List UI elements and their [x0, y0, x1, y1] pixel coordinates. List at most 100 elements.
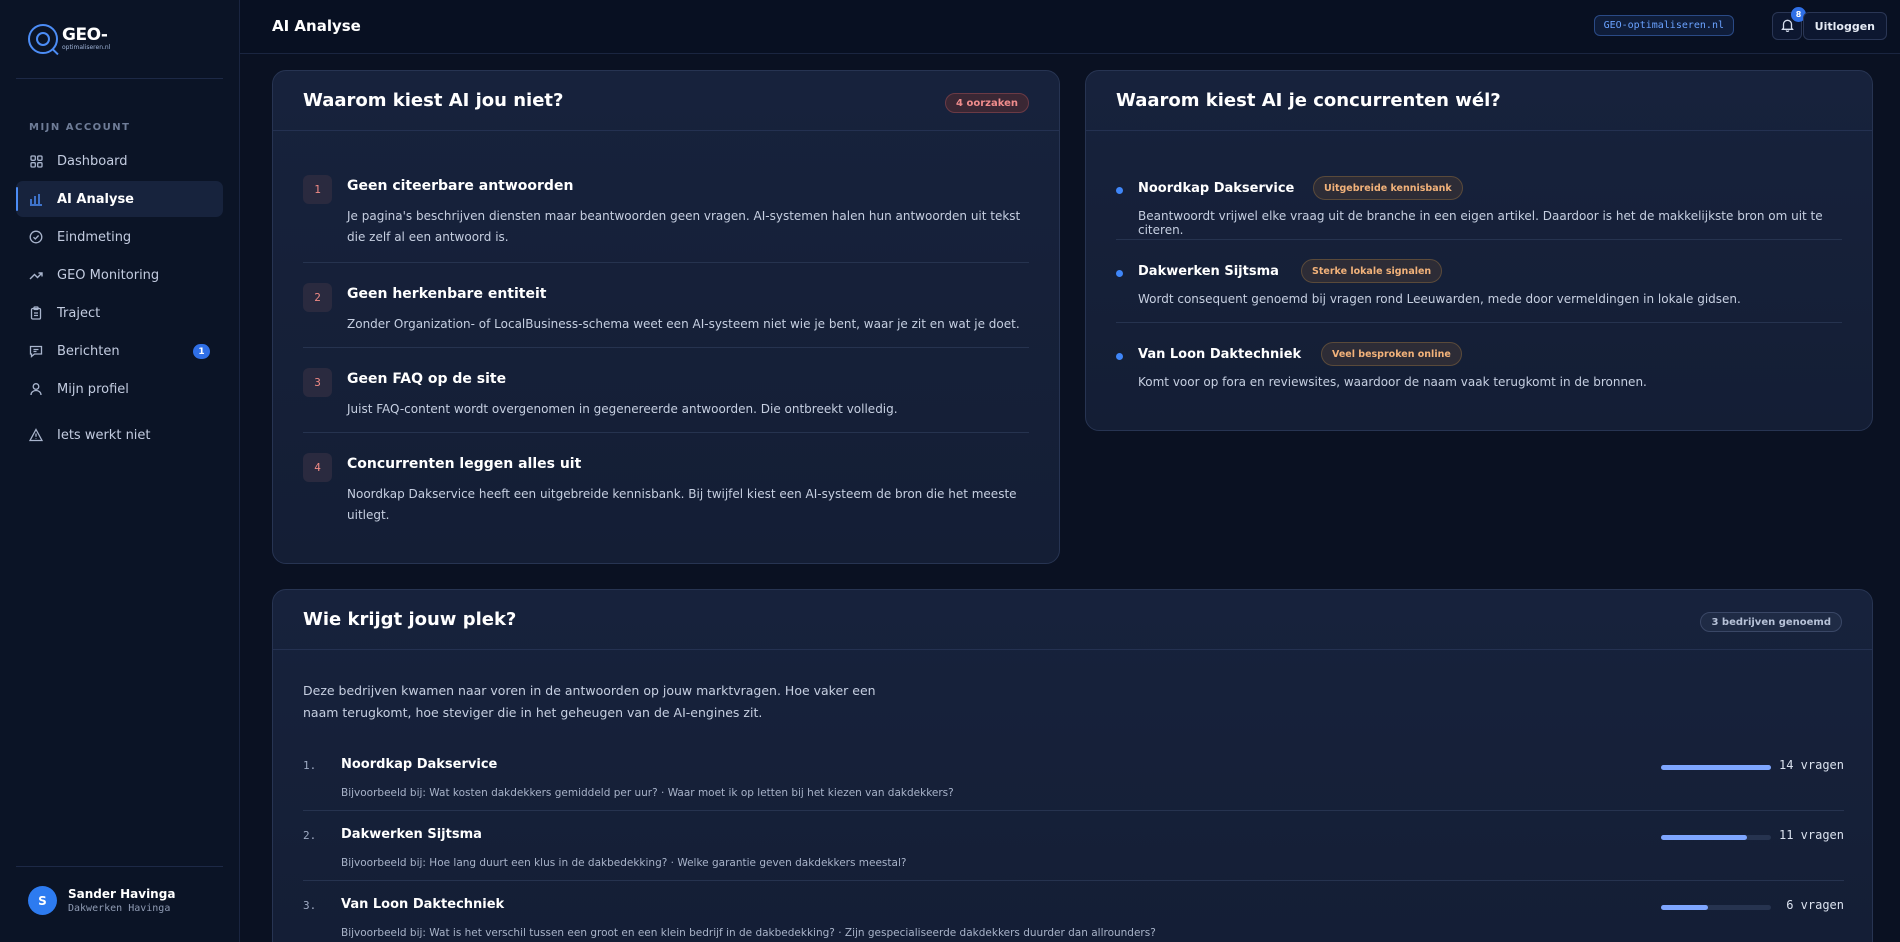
logo-text: GEO- — [62, 25, 108, 45]
grid-icon — [29, 154, 43, 168]
logo-icon — [28, 24, 58, 54]
reason-number: 3 — [303, 368, 332, 397]
reason-description: Zonder Organization- of LocalBusiness-sc… — [347, 317, 1020, 331]
notifications-button[interactable]: 8 — [1772, 7, 1806, 40]
trending-up-icon — [29, 268, 43, 282]
competitor-name: Dakwerken Sijtsma — [1138, 264, 1279, 279]
divider — [1116, 322, 1842, 323]
domain-badge[interactable]: GEO-optimaliseren.nl — [1593, 15, 1734, 36]
mention-bar-fill — [1661, 835, 1748, 840]
bar-chart-icon — [29, 192, 43, 206]
bell-icon — [1780, 17, 1794, 36]
sidebar-divider — [16, 866, 223, 867]
user-name: Sander Havinga — [68, 887, 176, 901]
sidebar-item-label: Traject — [57, 305, 101, 321]
reason-description: Noordkap Dakservice heeft een uitgebreid… — [347, 487, 1017, 522]
bullet-icon — [1116, 187, 1123, 194]
logo-subtext: optimaliseren.nl — [62, 44, 111, 51]
sidebar-item-ai-analyse[interactable]: AI Analyse — [16, 181, 223, 217]
why-competitors-card: Waarom kiest AI je concurrenten wél? Noo… — [1085, 70, 1873, 431]
competitor-description: Komt voor op fora en reviewsites, waardo… — [1138, 375, 1647, 389]
reason-description: Je pagina's beschrijven diensten maar be… — [347, 209, 1021, 244]
sidebar-item-mijn-profiel[interactable]: Mijn profiel — [16, 371, 223, 407]
competitor-tag: Sterke lokale signalen — [1301, 259, 1443, 283]
sidebar-divider — [16, 78, 223, 79]
reason-description: Juist FAQ-content wordt overgenomen in g… — [347, 402, 898, 416]
question-count: 6 vragen — [1786, 898, 1844, 912]
example-questions: Bijvoorbeeld bij: Wat is het verschil tu… — [341, 927, 1156, 939]
reasons-count-badge: 4 oorzaken — [945, 93, 1029, 113]
reason-number: 1 — [303, 175, 332, 204]
logout-button[interactable]: Uitloggen — [1802, 12, 1887, 40]
reason-title: Geen herkenbare entiteit — [347, 286, 547, 302]
divider — [303, 810, 1844, 811]
example-questions: Bijvoorbeeld bij: Hoe lang duurt een klu… — [341, 857, 907, 869]
question-count: 11 vragen — [1778, 828, 1844, 842]
mention-bar — [1661, 765, 1771, 770]
sidebar-item-iets-werkt-niet[interactable]: Iets werkt niet — [16, 417, 223, 453]
your-spot-card: Wie krijgt jouw plek? 3 bedrijven genoem… — [272, 589, 1873, 942]
check-circle-icon — [29, 230, 43, 244]
reason-title: Geen citeerbare antwoorden — [347, 178, 574, 194]
sidebar-item-label: Mijn profiel — [57, 381, 129, 397]
sidebar-item-label: AI Analyse — [57, 191, 134, 207]
company-name: Dakwerken Sijtsma — [341, 827, 482, 842]
rank-number: 2. — [303, 829, 317, 842]
user-icon — [29, 382, 43, 396]
mention-bar-fill — [1661, 905, 1709, 910]
sidebar-item-dashboard[interactable]: Dashboard — [16, 143, 223, 179]
reason-number: 4 — [303, 453, 332, 482]
logo[interactable]: GEO- optimaliseren.nl — [28, 24, 110, 54]
divider — [303, 880, 1844, 881]
bullet-icon — [1116, 270, 1123, 277]
sidebar-item-label: Eindmeting — [57, 229, 132, 245]
companies-count-badge: 3 bedrijven genoemd — [1700, 612, 1842, 632]
sidebar-item-label: Dashboard — [57, 153, 128, 169]
reason-title: Concurrenten leggen alles uit — [347, 456, 582, 472]
why-not-card: Waarom kiest AI jou niet? 4 oorzaken 1 G… — [272, 70, 1060, 564]
warning-icon — [29, 428, 43, 442]
user-profile[interactable]: S Sander Havinga Dakwerken Havinga — [28, 886, 175, 915]
example-questions: Bijvoorbeeld bij: Wat kosten dakdekkers … — [341, 787, 954, 799]
competitor-tag: Veel besproken online — [1321, 342, 1462, 366]
reason-number: 2 — [303, 283, 332, 312]
sidebar-item-geo-monitoring[interactable]: GEO Monitoring — [16, 257, 223, 293]
reason-title: Geen FAQ op de site — [347, 371, 507, 387]
competitor-description: Beantwoordt vrijwel elke vraag uit de br… — [1138, 209, 1823, 237]
sidebar-item-label: Berichten — [57, 343, 120, 359]
mention-bar — [1661, 905, 1771, 910]
sidebar-item-label: GEO Monitoring — [57, 267, 160, 283]
divider — [303, 262, 1029, 263]
sidebar-section-label: MIJN ACCOUNT — [29, 122, 131, 133]
user-company: Dakwerken Havinga — [68, 903, 171, 914]
sidebar-nav: Dashboard AI Analyse Eindmeting GEO Moni… — [16, 143, 223, 455]
divider — [1116, 239, 1842, 240]
clipboard-icon — [29, 306, 43, 320]
divider — [303, 432, 1029, 433]
page-title: AI Analyse — [272, 17, 361, 35]
divider — [303, 347, 1029, 348]
mention-bar-fill — [1661, 765, 1771, 770]
company-name: Van Loon Daktechniek — [341, 897, 505, 912]
competitor-description: Wordt consequent genoemd bij vragen rond… — [1138, 292, 1741, 306]
sidebar-item-traject[interactable]: Traject — [16, 295, 223, 331]
rank-number: 3. — [303, 899, 317, 912]
rank-number: 1. — [303, 759, 317, 772]
company-name: Noordkap Dakservice — [341, 757, 498, 772]
sidebar-item-label: Iets werkt niet — [57, 427, 151, 443]
unread-badge: 1 — [193, 344, 210, 359]
your-spot-intro: Deze bedrijven kwamen naar voren in de a… — [303, 683, 876, 720]
mention-bar — [1661, 835, 1771, 840]
question-count: 14 vragen — [1778, 758, 1844, 772]
message-icon — [29, 344, 43, 358]
your-spot-title: Wie krijgt jouw plek? — [303, 609, 517, 630]
sidebar-item-eindmeting[interactable]: Eindmeting — [16, 219, 223, 255]
competitor-name: Noordkap Dakservice — [1138, 181, 1295, 196]
sidebar-item-berichten[interactable]: Berichten 1 — [16, 333, 223, 369]
competitor-name: Van Loon Daktechniek — [1138, 347, 1302, 362]
competitor-tag: Uitgebreide kennisbank — [1313, 176, 1463, 200]
why-competitors-title: Waarom kiest AI je concurrenten wél? — [1116, 90, 1501, 111]
avatar: S — [28, 886, 57, 915]
top-bar: AI Analyse GEO-optimaliseren.nl 8 Uitlog… — [240, 0, 1900, 54]
bullet-icon — [1116, 353, 1123, 360]
